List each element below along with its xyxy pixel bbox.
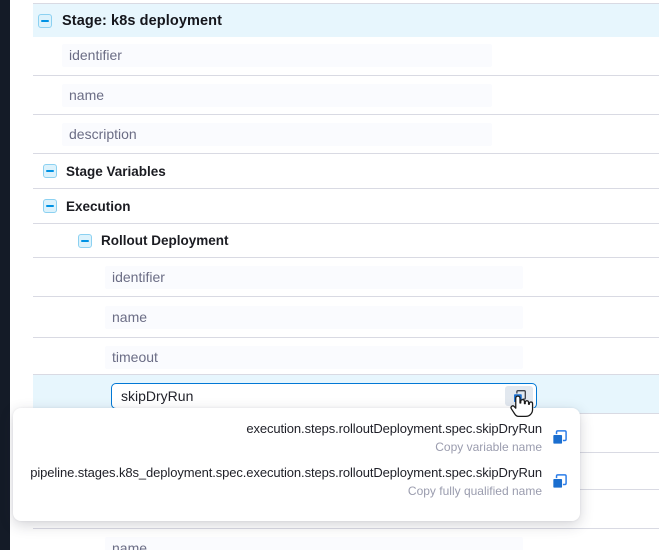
minus-dash [81, 240, 89, 242]
copy-path-popover: execution.steps.rolloutDeployment.spec.s… [13, 408, 580, 521]
table-row: identifier [33, 258, 659, 297]
fqn-text: pipeline.stages.k8s_deployment.spec.exec… [30, 465, 542, 480]
table-row: identifier [33, 37, 659, 76]
copy-icon[interactable] [551, 473, 568, 490]
variables-panel: Stage: k8s deployment identifier name de… [0, 0, 659, 550]
copy-icon[interactable] [551, 429, 568, 446]
step-name-field[interactable]: name [105, 306, 523, 329]
stage-header-row[interactable]: Stage: k8s deployment [33, 3, 659, 37]
left-dark-rail [0, 0, 10, 550]
copy-button[interactable] [505, 386, 533, 406]
table-row: description [33, 115, 659, 154]
execution-group-row[interactable]: Execution [33, 189, 659, 224]
minus-dash [41, 20, 49, 22]
copy-icon [512, 389, 527, 404]
collapse-icon[interactable] [38, 14, 52, 28]
table-row: name [33, 76, 659, 115]
table-row: name [33, 529, 659, 550]
rollout-deployment-label: Rollout Deployment [101, 233, 229, 248]
stage-header-label: Stage: k8s deployment [62, 13, 222, 29]
name-field[interactable]: name [62, 84, 492, 107]
copy-variable-name-item[interactable]: execution.steps.rolloutDeployment.spec.s… [25, 421, 568, 454]
rollout-deployment-row[interactable]: Rollout Deployment [33, 224, 659, 258]
stage-variables-group-row[interactable]: Stage Variables [33, 154, 659, 189]
step-timeout-field[interactable]: timeout [105, 346, 523, 369]
stage-variables-label: Stage Variables [66, 164, 166, 179]
identifier-field[interactable]: identifier [62, 44, 492, 67]
minus-dash [46, 170, 54, 172]
copy-fqn-label: Copy fully qualified name [408, 484, 542, 498]
copy-fqn-item[interactable]: pipeline.stages.k8s_deployment.spec.exec… [25, 465, 568, 498]
skipdryrun-input[interactable]: skipDryRun [111, 383, 537, 409]
step-identifier-field[interactable]: identifier [105, 266, 523, 289]
step-name-field-bottom[interactable]: name [105, 537, 523, 550]
minus-dash [46, 205, 54, 207]
table-row: timeout [33, 338, 659, 375]
collapse-icon[interactable] [78, 234, 92, 248]
copy-variable-name-label: Copy variable name [435, 440, 542, 454]
variable-name-text: execution.steps.rolloutDeployment.spec.s… [246, 421, 542, 436]
execution-label: Execution [66, 199, 131, 214]
table-row: name [33, 297, 659, 338]
description-field[interactable]: description [62, 123, 492, 146]
collapse-icon[interactable] [43, 199, 57, 213]
collapse-icon[interactable] [43, 164, 57, 178]
skipdryrun-value: skipDryRun [112, 384, 536, 408]
